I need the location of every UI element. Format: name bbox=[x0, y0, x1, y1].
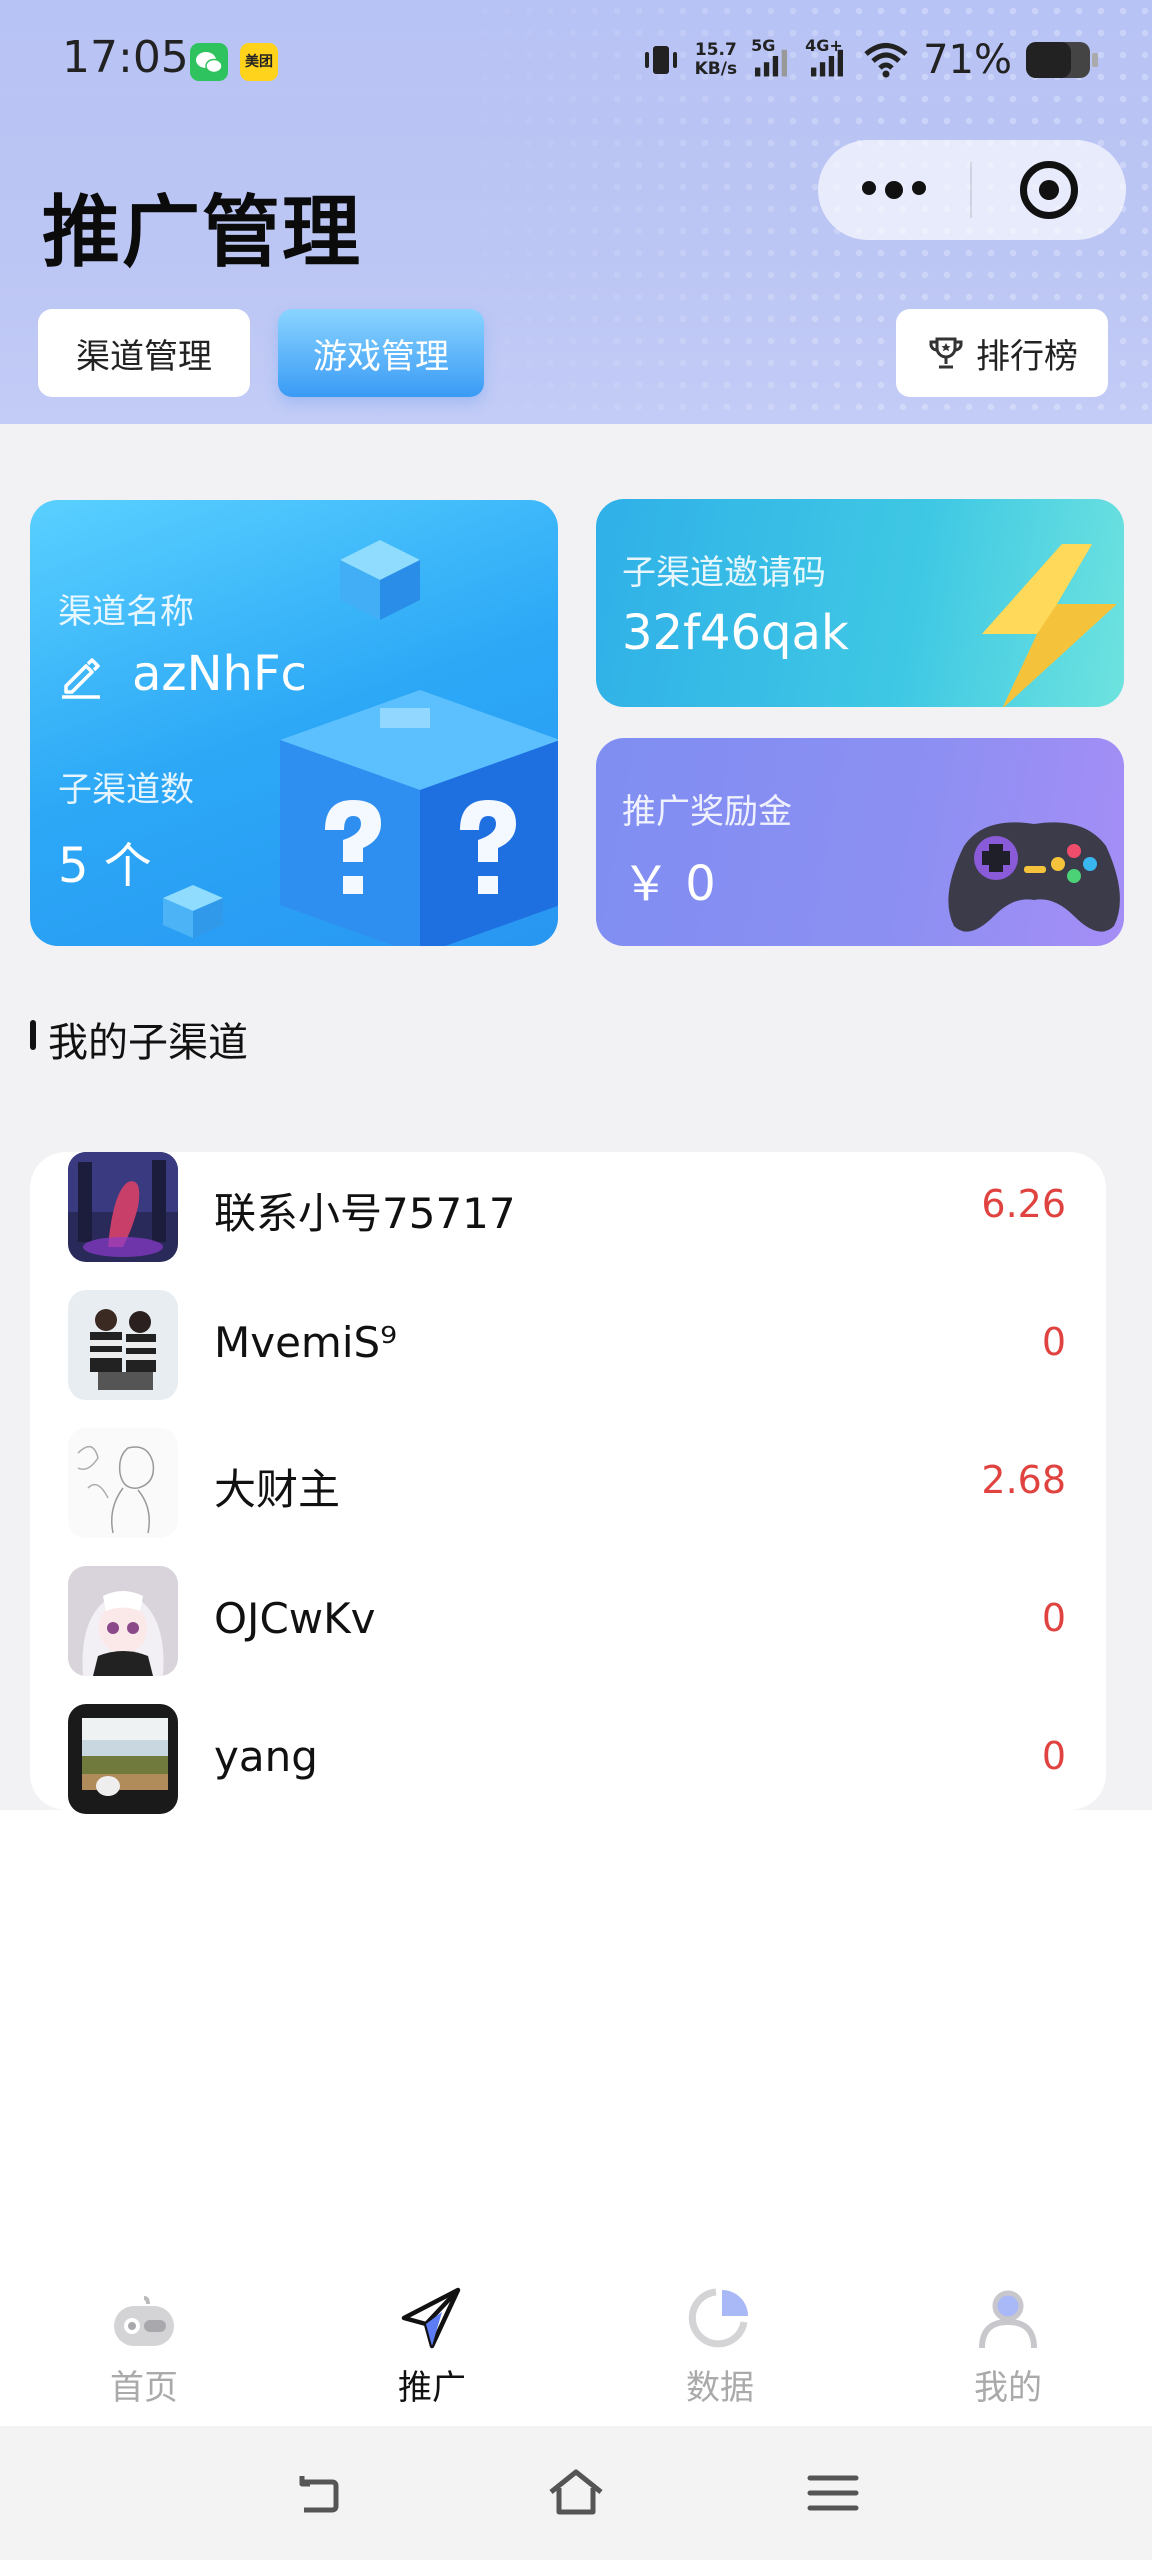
list-item[interactable]: OJCwKv 0 bbox=[30, 1566, 1106, 1676]
reward-value: ￥ 0 bbox=[622, 856, 716, 912]
trophy-icon bbox=[929, 337, 963, 369]
sub-channel-name: 联系小号75717 bbox=[214, 1189, 516, 1238]
status-bar: 17:05 美团 15.7 KB/s 5G 4G+ 71% bbox=[0, 28, 1152, 92]
tab-channel-management[interactable]: 渠道管理 bbox=[38, 309, 250, 397]
sub-channel-amount: 6.26 bbox=[981, 1182, 1066, 1226]
section-title: 我的子渠道 bbox=[48, 1020, 248, 1066]
invite-code-label: 子渠道邀请码 bbox=[622, 553, 826, 593]
wechat-icon bbox=[190, 43, 228, 81]
sub-channel-amount: 0 bbox=[1041, 1596, 1066, 1640]
list-item[interactable]: yang 0 bbox=[30, 1704, 1106, 1814]
tab-label: 我的 bbox=[974, 2368, 1042, 2408]
channel-info-card: 渠道名称 azNhFc 子渠道数 5 个 bbox=[30, 500, 558, 946]
invite-code-value: 32f46qak bbox=[622, 605, 849, 661]
bottom-tab-bar: 首页 推广 数据 我的 bbox=[0, 2260, 1152, 2426]
sub-channel-name: OJCwKv bbox=[214, 1594, 376, 1643]
more-options-button[interactable] bbox=[818, 181, 970, 199]
tab-data[interactable]: 数据 bbox=[576, 2260, 864, 2426]
battery-percent: 71% bbox=[923, 37, 1012, 83]
list-item[interactable]: MvemiS⁹ 0 bbox=[30, 1290, 1106, 1400]
sub-channel-count-label: 子渠道数 bbox=[58, 770, 194, 810]
avatar bbox=[68, 1428, 178, 1538]
lightning-icon bbox=[982, 544, 1117, 707]
wifi-icon bbox=[864, 43, 908, 78]
list-item[interactable]: 大财主 2.68 bbox=[30, 1428, 1106, 1538]
vibrate-icon bbox=[644, 46, 677, 74]
status-icons: 15.7 KB/s 5G 4G+ 71% bbox=[641, 32, 1098, 88]
avatar bbox=[68, 1704, 178, 1814]
invite-code-card[interactable]: 子渠道邀请码 32f46qak bbox=[596, 499, 1124, 707]
network-speed-value: 15.7 bbox=[694, 40, 737, 60]
tab-label: 首页 bbox=[110, 2368, 178, 2408]
sub-channel-amount: 0 bbox=[1041, 1320, 1066, 1364]
battery-level bbox=[1026, 42, 1072, 78]
tab-home[interactable]: 首页 bbox=[0, 2260, 288, 2426]
tab-label: 推广 bbox=[398, 2368, 466, 2408]
avatar bbox=[68, 1290, 178, 1400]
meituan-icon: 美团 bbox=[240, 43, 278, 81]
pie-chart-icon bbox=[688, 2288, 748, 2348]
user-icon bbox=[979, 2290, 1037, 2349]
sub-channel-amount: 0 bbox=[1041, 1734, 1066, 1778]
paper-plane-icon bbox=[401, 2287, 461, 2349]
signal-5g: 5G bbox=[751, 36, 791, 82]
section-title-marker bbox=[30, 1020, 36, 1050]
reward-label: 推广奖励金 bbox=[622, 792, 792, 832]
sub-channel-name: MvemiS⁹ bbox=[214, 1318, 398, 1367]
menu-icon[interactable] bbox=[802, 2462, 864, 2524]
ranking-button[interactable]: 排行榜 bbox=[896, 309, 1108, 397]
channel-name-value: azNhFc bbox=[132, 646, 307, 702]
page-title: 推广管理 bbox=[42, 188, 363, 278]
home-icon[interactable] bbox=[545, 2462, 607, 2524]
sub-channel-count-value: 5 个 bbox=[58, 838, 152, 894]
battery-icon bbox=[1026, 42, 1098, 78]
gamepad-icon bbox=[114, 2296, 174, 2346]
status-time: 17:05 bbox=[62, 32, 189, 83]
network-speed-unit: KB/s bbox=[694, 59, 738, 79]
mystery-box-icon bbox=[280, 690, 558, 946]
edit-icon[interactable] bbox=[56, 650, 106, 700]
signal-icon bbox=[811, 49, 844, 77]
gamepad-decoration-icon bbox=[948, 822, 1120, 932]
promotion-reward-card: 推广奖励金 ￥ 0 bbox=[596, 738, 1124, 946]
cube-decoration-tiny bbox=[163, 885, 223, 938]
tab-label: 数据 bbox=[686, 2368, 754, 2408]
channel-name-label: 渠道名称 bbox=[58, 592, 194, 632]
close-mini-program-button[interactable] bbox=[972, 161, 1126, 219]
tab-profile[interactable]: 我的 bbox=[864, 2260, 1152, 2426]
sub-channel-name: yang bbox=[214, 1732, 318, 1781]
back-icon[interactable] bbox=[288, 2462, 350, 2524]
cube-decoration-small bbox=[340, 540, 420, 620]
list-item[interactable]: 联系小号75717 6.26 bbox=[30, 1152, 1106, 1262]
sub-channel-name: 大财主 bbox=[214, 1465, 341, 1514]
header: 17:05 美团 15.7 KB/s 5G 4G+ 71% 推广管理 渠道管理 … bbox=[0, 0, 1152, 424]
signal-icon bbox=[755, 49, 788, 77]
sub-channel-amount: 2.68 bbox=[981, 1458, 1066, 1502]
target-icon bbox=[1020, 161, 1078, 219]
ranking-label: 排行榜 bbox=[976, 336, 1078, 377]
sub-channel-list: 联系小号75717 6.26 MvemiS⁹ 0 大财主 2.68 OJCwKv… bbox=[30, 1152, 1106, 1814]
tab-promotion[interactable]: 推广 bbox=[288, 2260, 576, 2426]
avatar bbox=[68, 1566, 178, 1676]
network-speed: 15.7 KB/s bbox=[695, 41, 737, 79]
tab-game-management[interactable]: 游戏管理 bbox=[278, 309, 484, 397]
avatar bbox=[68, 1152, 178, 1262]
mini-program-capsule bbox=[818, 140, 1126, 240]
system-navigation-bar bbox=[0, 2426, 1152, 2560]
signal-4g: 4G+ bbox=[805, 36, 849, 82]
